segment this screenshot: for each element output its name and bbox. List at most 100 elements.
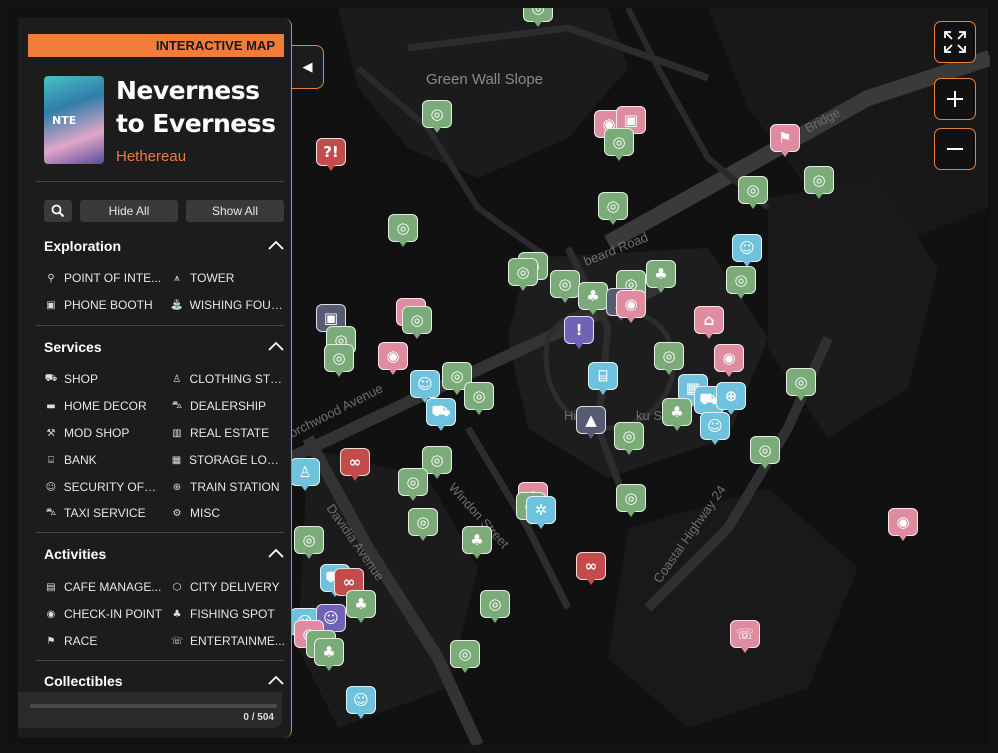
clothing-store-marker[interactable]: ♙ (290, 458, 320, 492)
section-title-collectibles[interactable]: Collectibles (44, 673, 123, 689)
filter-bank[interactable]: ⌸ BANK (44, 452, 162, 468)
real-estate-marker[interactable]: ⌂ (694, 306, 724, 340)
misc-marker[interactable]: ✲ (526, 496, 556, 530)
chevron-up-icon[interactable] (268, 548, 284, 558)
filter-train-station[interactable]: ⊕ TRAIN STATION (170, 479, 286, 495)
oracle-marker[interactable]: ◎ (726, 266, 756, 300)
entertainment-marker[interactable]: ☏ (730, 620, 760, 654)
filter-entertainment[interactable]: ☏ ENTERTAINME... (170, 633, 286, 649)
filter-taxi-service[interactable]: ⛍ TAXI SERVICE (44, 505, 162, 521)
filter-check-in-point[interactable]: ◉ CHECK-IN POINT (44, 606, 162, 622)
oracle-marker[interactable]: ◎ (750, 436, 780, 470)
filter-real-estate[interactable]: ▥ REAL ESTATE (170, 425, 286, 441)
show-all-button[interactable]: Show All (186, 200, 284, 222)
oracle-marker[interactable]: ◎ (408, 508, 438, 542)
section-title-activities[interactable]: Activities (44, 546, 106, 562)
oracle-marker[interactable]: ◎ (786, 368, 816, 402)
oracle-marker[interactable]: ◎ (738, 176, 768, 210)
oracle-marker[interactable]: ◎ (402, 306, 432, 340)
event-marker[interactable]: ∞ (340, 448, 370, 482)
filter-phone-booth[interactable]: ▣ PHONE BOOTH (44, 297, 162, 313)
fishing-spot-marker[interactable]: ♣ (646, 260, 676, 294)
event-marker[interactable]: ∞ (576, 552, 606, 586)
fullscreen-button[interactable] (934, 21, 976, 63)
oracle-marker[interactable]: ◎ (294, 526, 324, 560)
quest-marker[interactable]: ! (564, 316, 594, 350)
oracle-marker[interactable]: ◎ (654, 342, 684, 376)
flag-icon: ⚑ (46, 635, 56, 647)
oracle-marker[interactable]: ◎ (324, 344, 354, 378)
filter-tower[interactable]: ⩚ TOWER (170, 270, 286, 286)
fountain-icon: ⛲ (170, 299, 183, 311)
security-office-marker[interactable]: ☺ (732, 234, 762, 268)
delivery-icon: ⬡ (172, 581, 182, 593)
street-label-green-wall-slope: Green Wall Slope (426, 71, 543, 88)
filter-fishing-spot[interactable]: ♣ FISHING SPOT (170, 606, 286, 622)
filter-shop[interactable]: ⛟ SHOP (44, 371, 162, 387)
map-frame: Green Wall Slope Bridge beard Road orchw… (8, 8, 990, 745)
filter-city-delivery[interactable]: ⬡ CITY DELIVERY (170, 579, 286, 595)
street-label-hi: Hi (564, 408, 576, 423)
filter-point-of-interest[interactable]: ⚲ POINT OF INTE... (44, 270, 162, 286)
divider (36, 532, 284, 533)
checkin-marker[interactable]: ◉ (714, 344, 744, 378)
zoom-out-button[interactable] (934, 128, 976, 170)
oracle-marker[interactable]: ◎ (804, 166, 834, 200)
filter-home-decor[interactable]: ▬ HOME DECOR (44, 398, 162, 414)
chevron-up-icon[interactable] (268, 240, 284, 250)
fishing-spot-marker[interactable]: ♣ (662, 398, 692, 432)
oracle-marker[interactable]: ◎ (616, 484, 646, 518)
hide-all-button[interactable]: Hide All (80, 200, 178, 222)
filter-clothing-store[interactable]: ♙ CLOTHING STO... (170, 371, 286, 387)
oracle-marker[interactable]: ◎ (464, 382, 494, 416)
filter-dealership[interactable]: ⛍ DEALERSHIP (170, 398, 286, 414)
bank-icon: ⌸ (48, 454, 54, 466)
filter-security-office[interactable]: ☺ SECURITY OFFI... (44, 479, 162, 495)
event-marker[interactable]: ?! (316, 138, 346, 172)
checkin-marker[interactable]: ◉ (888, 508, 918, 542)
fishing-spot-marker[interactable]: ♣ (462, 526, 492, 560)
oracle-marker[interactable]: ◎ (523, 8, 553, 28)
game-title: Neverness to Everness (116, 76, 276, 138)
divider (36, 181, 284, 182)
zoom-in-button[interactable] (934, 78, 976, 120)
collapse-sidebar-button[interactable]: ◀ (292, 45, 324, 89)
security-office-marker[interactable]: ☺ (346, 686, 376, 720)
chevron-up-icon[interactable] (268, 675, 284, 685)
shield-icon: ☺ (45, 481, 57, 493)
tower-marker[interactable]: ▲ (576, 406, 606, 440)
oracle-marker[interactable]: ◎ (508, 258, 538, 292)
oracle-marker[interactable]: ◎ (480, 590, 510, 624)
oracle-marker[interactable]: ◎ (398, 468, 428, 502)
filter-wishing-fountain[interactable]: ⛲ WISHING FOUN... (170, 297, 286, 313)
chevron-up-icon[interactable] (268, 341, 284, 351)
fishing-spot-marker[interactable]: ♣ (346, 590, 376, 624)
bank-marker[interactable]: ⌸ (588, 362, 618, 396)
region-name: Hethereau (116, 148, 187, 165)
shop-marker[interactable]: ⛟ (426, 398, 456, 432)
section-title-services[interactable]: Services (44, 339, 102, 355)
security-office-marker[interactable]: ☺ (700, 412, 730, 446)
oracle-marker[interactable]: ◎ (604, 128, 634, 162)
checkin-marker[interactable]: ◉ (616, 290, 646, 324)
oracle-marker[interactable]: ◎ (422, 100, 452, 134)
fishing-spot-marker[interactable]: ♣ (578, 282, 608, 316)
gear-icon: ⚙ (172, 507, 182, 519)
race-marker[interactable]: ⚑ (770, 124, 800, 158)
oracle-marker[interactable]: ◎ (550, 270, 580, 304)
search-button[interactable] (44, 200, 72, 222)
filter-storage-locker[interactable]: ▦ STORAGE LOCK... (170, 452, 286, 468)
section-title-exploration[interactable]: Exploration (44, 238, 121, 254)
oracle-marker[interactable]: ◎ (450, 640, 480, 674)
checkin-marker[interactable]: ◉ (378, 342, 408, 376)
oracle-marker[interactable]: ◎ (614, 422, 644, 456)
fishing-spot-marker[interactable]: ♣ (314, 638, 344, 672)
shirt-icon: ♙ (172, 373, 182, 385)
oracle-marker[interactable]: ◎ (598, 192, 628, 226)
filter-mod-shop[interactable]: ⚒ MOD SHOP (44, 425, 162, 441)
train-station-marker[interactable]: ⊕ (716, 382, 746, 416)
filter-cafe-management[interactable]: ▤ CAFE MANAGE... (44, 579, 162, 595)
filter-misc[interactable]: ⚙ MISC (170, 505, 286, 521)
oracle-marker[interactable]: ◎ (388, 214, 418, 248)
filter-race[interactable]: ⚑ RACE (44, 633, 162, 649)
